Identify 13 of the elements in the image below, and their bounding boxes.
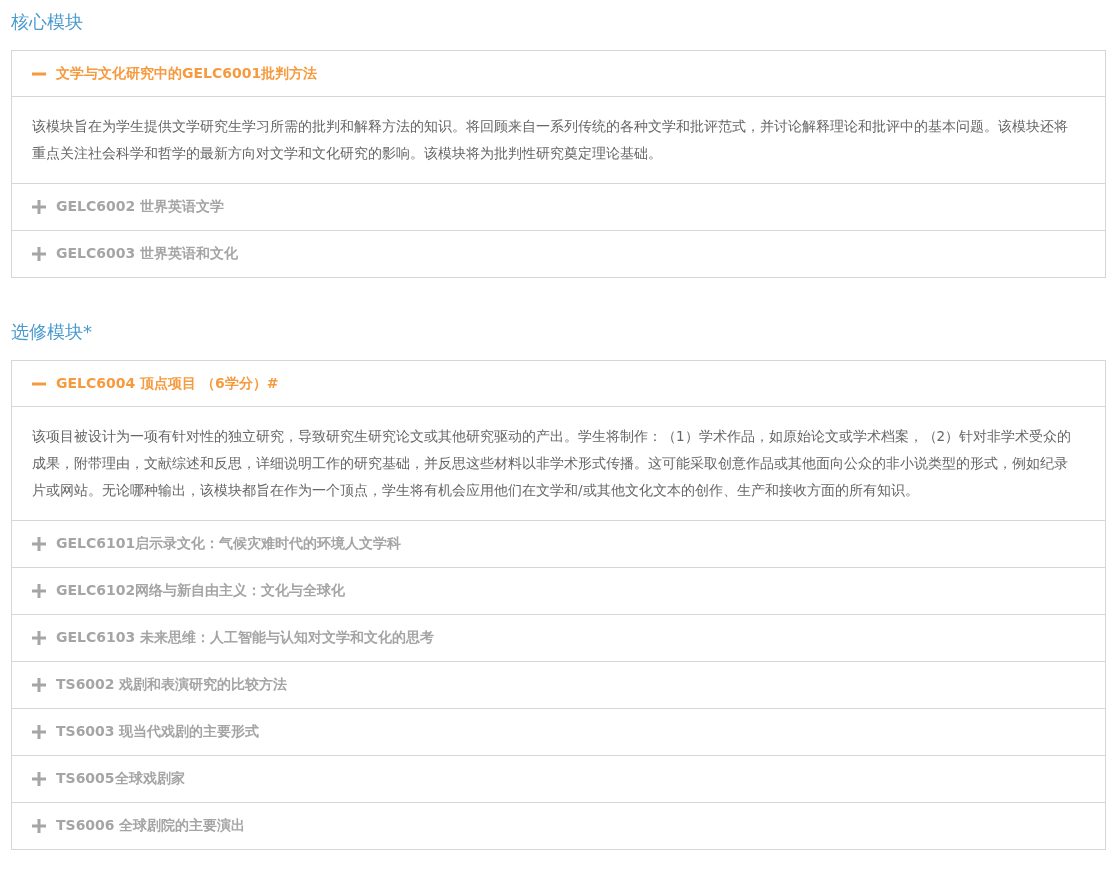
module-description: 该模块旨在为学生提供文学研究生学习所需的批判和解释方法的知识。将回顾来自一系列传统的各种文学和批评范式，并讨论解释理论和批评中的基本问题。该模块还将重点关注社会科学和哲学的最新方向对文学和文化研究的影响。该模块将为批判性研究奠定理论基础。 xyxy=(31,117,1069,163)
plus-icon xyxy=(32,584,46,598)
plus-icon xyxy=(32,678,46,692)
section-heading: 核心模块 xyxy=(11,10,84,34)
plus-icon xyxy=(32,725,46,739)
section-heading: 选修模块* xyxy=(11,320,93,344)
plus-icon xyxy=(32,819,46,833)
module-description: 该项目被设计为一项有针对性的独立研究，导致研究生研究论文或其他研究驱动的产出。学生将制作：（1）学术作品，如原始论文或学术档案，（2）针对非学术受众的成果，附带理由，文献综述和反思，详细说明工作的研究基础，并反思这些材料以非学术形式传播。这可能采取创意作品或其他面向公众的非小说类型的形式，例如纪录片或网站。无论哪种输出，该模块都旨在作为一个顶点，学生将有机会应用他们在文学和/或其他文化文本的创作、生产和接收方面的所有知识。 xyxy=(31,427,1073,500)
plus-icon xyxy=(32,200,46,214)
plus-icon xyxy=(32,631,46,645)
plus-icon xyxy=(32,772,46,786)
plus-icon xyxy=(32,537,46,551)
plus-icon xyxy=(32,247,46,261)
